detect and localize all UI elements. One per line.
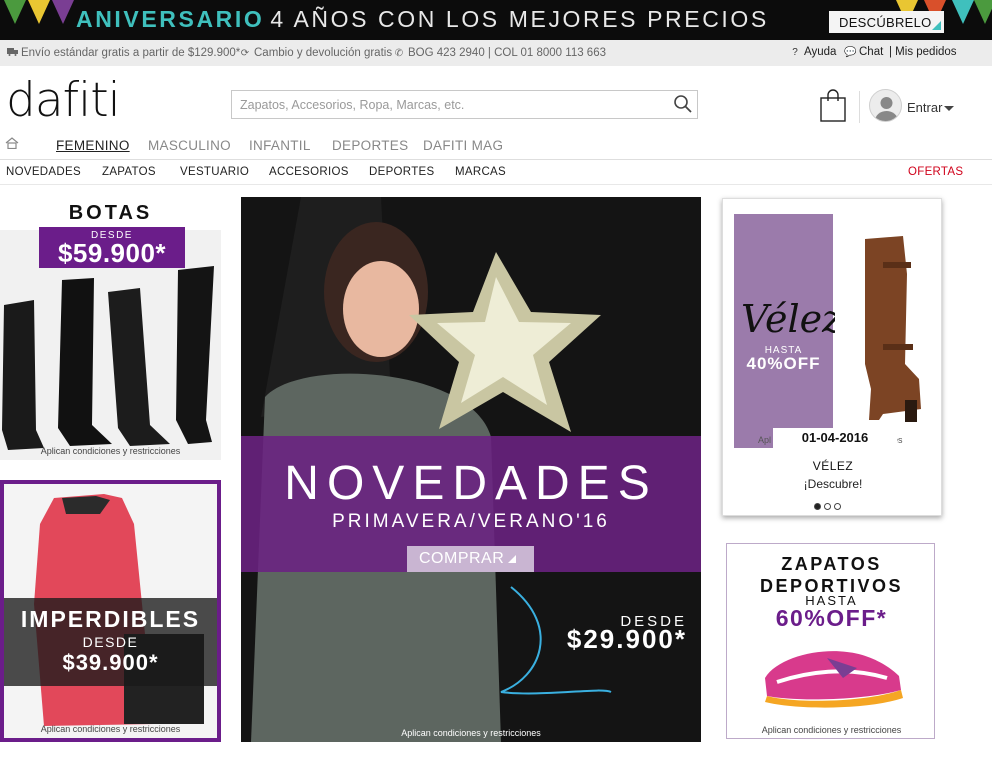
carousel-brand-name: VÉLEZ [812,459,854,473]
nav-dafiti-mag[interactable]: DAFITI MAG [423,138,503,153]
banner-cta-label: DESCÚBRELO [839,15,932,30]
hero-subtitle: PRIMAVERA/VERANO'16 [332,511,610,532]
info-bar: Envío estándar gratis a partir de $129.9… [0,40,992,66]
shipping-text: Envío estándar gratis a partir de $129.9… [21,47,241,59]
hero-banner[interactable]: NOVEDADES PRIMAVERA/VERANO'16 COMPRAR DE… [241,197,701,742]
promo-zapatos-deportivos[interactable]: ZAPATOS DEPORTIVOS HASTA 60%OFF* Aplican… [726,543,935,739]
subnav-deportes[interactable]: DEPORTES [369,166,434,178]
banner-title-accent: ANIVERSARIO [76,6,265,32]
orders-link[interactable]: | Mis pedidos [889,46,957,58]
imperdibles-price: $39.900* [62,650,159,675]
corner-arrow-icon [932,21,941,30]
subnav-accesorios[interactable]: ACCESORIOS [269,166,349,178]
banner-cta-button[interactable]: DESCÚBRELO [829,11,944,33]
subnav-vestuario[interactable]: VESTUARIO [180,166,249,178]
imperdibles-title: IMPERDIBLES [20,606,201,632]
returns-info[interactable]: ⟳ Cambio y devolución gratis [239,47,392,59]
conditions-text: Aplican condiciones y restricciones [40,724,181,734]
carousel-tagline: ¡Descubre! [803,477,863,491]
banner-title: ANIVERSARIO 4 AÑOS CON LOS MEJORES PRECIO… [76,6,769,33]
help-icon: ? [792,47,798,58]
subnav-divider [0,184,992,185]
chevron-down-icon[interactable] [944,106,954,111]
help-label: Ayuda [804,46,837,58]
anniversary-banner[interactable]: ANIVERSARIO 4 AÑOS CON LOS MEJORES PRECIO… [0,0,992,40]
conditions-text: Aplican condiciones y restricciones [761,725,902,735]
carousel-date: 01-04-2016 [773,428,897,449]
subnav-marcas[interactable]: MARCAS [455,166,506,178]
carousel-pagination [814,497,844,515]
conditions-text: Aplican condiciones y restricciones [40,446,181,456]
promo-botas-title: BOTAS [68,202,153,224]
comprar-button[interactable]: COMPRAR [407,546,534,572]
boot-photo [835,214,931,448]
imperdibles-desde-label: DESDE [82,634,139,650]
shopping-bag-icon[interactable] [820,89,846,122]
flag-decoration [952,0,974,24]
chat-label: Chat [859,46,884,58]
zapatos-title: ZAPATOS DEPORTIVOS [727,553,934,597]
refresh-icon: ⟳ [240,48,250,59]
promo-botas[interactable]: BOTAS DESDE $59.900* Aplican condiciones… [0,200,221,460]
nav-masculino[interactable]: MASCULINO [148,138,231,153]
nav-infantil[interactable]: INFANTIL [249,138,311,153]
header-divider [859,91,860,123]
help-link[interactable]: ? Ayuda [789,46,836,58]
home-icon[interactable] [5,137,19,149]
main-navigation: FEMENINO MASCULINO INFANTIL DEPORTES DAF… [0,133,992,159]
carousel-discount: 40%OFF [746,354,821,373]
dafiti-logo[interactable]: dafiti [6,76,121,126]
price-badge: DESDE $59.900* [39,227,185,268]
promo-imperdibles[interactable]: IMPERDIBLES DESDE $39.900* Aplican condi… [0,480,221,742]
search-input[interactable] [231,90,698,119]
velez-logo: Vélez [741,297,843,341]
brand-carousel[interactable]: Vélez HASTA 40%OFF Apl es 01-04-2016 VÉL… [722,198,942,516]
flag-decoration [4,0,26,24]
avatar-icon[interactable] [869,89,902,122]
flag-decoration [974,0,992,24]
sneaker-photo [765,651,903,708]
chat-link[interactable]: 💬 Chat [844,46,883,58]
imperdibles-band: IMPERDIBLES DESDE $39.900* [4,598,217,686]
chat-icon: 💬 [844,47,857,58]
carousel-dot[interactable] [824,503,831,510]
carousel-dot[interactable] [834,503,841,510]
subnav-zapatos[interactable]: ZAPATOS [102,166,156,178]
comprar-label: COMPRAR [419,550,505,567]
shipping-info[interactable]: Envío estándar gratis a partir de $129.9… [6,47,240,59]
flag-decoration [28,0,50,24]
hero-title: NOVEDADES [284,457,658,510]
zapatos-line1: ZAPATOS [781,554,882,574]
banner-title-rest: 4 AÑOS CON LOS MEJORES PRECIOS [270,6,769,32]
zapatos-discount: 60%OFF* [775,605,888,631]
phone-info: ✆ BOG 423 2940 | COL 01 8000 113 663 [393,47,606,59]
corner-arrow-icon [508,555,517,563]
orders-label: | Mis pedidos [889,46,957,58]
phone-text: BOG 423 2940 | COL 01 8000 113 663 [408,47,606,59]
subnav-novedades[interactable]: NOVEDADES [6,166,81,178]
phone-icon: ✆ [394,48,404,59]
login-label[interactable]: Entrar [907,100,942,115]
flag-decoration [52,0,74,24]
nav-deportes[interactable]: DEPORTES [332,138,408,153]
conditions-text: Aplican condiciones y restricciones [401,728,541,738]
carousel-dot[interactable] [814,503,821,510]
returns-text: Cambio y devolución gratis [254,47,393,59]
hero-price: $29.900* [566,624,687,654]
nav-femenino[interactable]: FEMENINO [56,138,130,153]
price-value: $59.900* [57,238,167,268]
nav-divider [0,159,992,160]
subnav-ofertas[interactable]: OFERTAS [908,166,963,178]
carousel-cond-left: Apl [758,435,772,445]
truck-icon [6,48,18,59]
search-icon[interactable] [673,94,693,114]
